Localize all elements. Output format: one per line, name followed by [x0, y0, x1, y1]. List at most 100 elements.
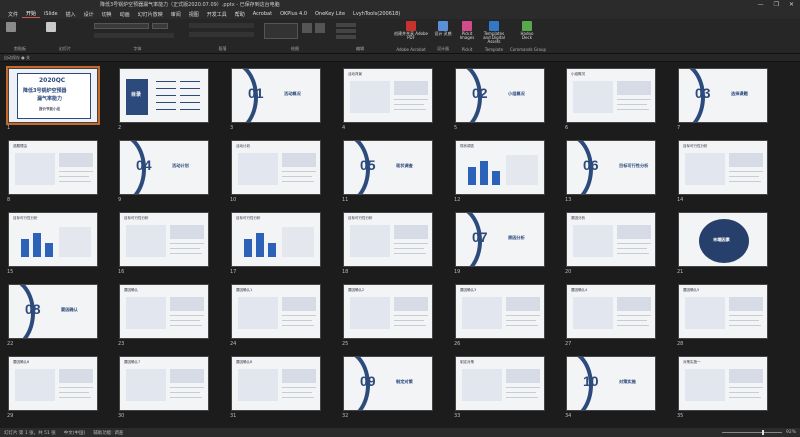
create-pdf-button[interactable]: 创建并共享 Adobe PDF — [394, 21, 428, 40]
maximize-icon[interactable]: ❐ — [774, 1, 779, 8]
slide-thumbnail[interactable]: 制定对策 — [455, 356, 545, 411]
slide-thumbnail[interactable]: 目标可行性分析 — [678, 140, 768, 195]
slide-thumbnail[interactable]: 01 活动概况 — [231, 68, 321, 123]
window-title: 降低3号锅炉空预器漏气率能力（正式版2020.07.09）.pptx - 已保存… — [100, 2, 280, 8]
slide-thumbnail[interactable]: 活动背景 — [343, 68, 433, 123]
select-button[interactable] — [336, 35, 356, 39]
slide-thumbnail[interactable]: 08 要因确认 — [8, 284, 98, 339]
slide-thumbnail[interactable]: 要因确认8 — [231, 356, 321, 411]
slide-heading: 要因确认5 — [683, 288, 700, 292]
ribbon: 剪贴板 幻灯片 字体 段落 绘图 编辑 创建并共享 Adobe PDF Adob… — [0, 19, 800, 54]
slide-thumbnail[interactable]: 末端因素 — [678, 212, 768, 267]
close-icon[interactable]: ✕ — [789, 1, 794, 8]
tab-3[interactable]: 插入 — [62, 11, 80, 18]
slide-thumbnail[interactable]: 要因确认5 — [678, 284, 768, 339]
slide-thumbnail[interactable]: 选题理由 — [8, 140, 98, 195]
pdf-icon — [406, 21, 416, 31]
tab-10[interactable]: 开发工具 — [203, 11, 231, 18]
section-number: 07 — [472, 229, 488, 245]
slide-thumbnail[interactable]: 活动计划 — [231, 140, 321, 195]
slide-number: 6 — [565, 125, 569, 131]
slide-thumbnail[interactable]: 03 选择课题 — [678, 68, 768, 123]
slide-thumbnail[interactable]: 目标可行性分析 — [231, 212, 321, 267]
accessibility-status[interactable]: 辅助功能: 调查 — [93, 430, 123, 436]
slide-thumbnail[interactable]: 目标可行性分析 — [119, 212, 209, 267]
slide-heading: 选题理由 — [13, 144, 27, 148]
new-slide-button[interactable] — [46, 22, 56, 33]
zoom-slider-handle[interactable] — [761, 430, 764, 435]
slide-thumbnail[interactable]: 要因确认6 — [8, 356, 98, 411]
tab-2[interactable]: iSlide — [40, 11, 62, 17]
slide-thumbnail[interactable]: 小组概况 — [566, 68, 656, 123]
templates-button[interactable]: Templates and Digital Assets — [480, 21, 508, 44]
zoom-slider[interactable] — [721, 430, 782, 435]
slide-thumbnail[interactable]: 目标可行性分析 — [343, 212, 433, 267]
tab-13[interactable]: OKPlus 4.0 — [276, 11, 311, 17]
tab-7[interactable]: 幻灯片放映 — [134, 11, 167, 18]
section-number: 01 — [248, 85, 264, 101]
designer-button[interactable]: 设计 灵感 — [434, 21, 452, 36]
slide-thumbnail[interactable]: 06 目标可行性分析 — [566, 140, 656, 195]
group-drawing: 绘图 — [260, 19, 330, 54]
slide-thumbnail[interactable]: 02 小组概况 — [455, 68, 545, 123]
tab-9[interactable]: 视图 — [185, 11, 203, 18]
alignment-buttons[interactable] — [189, 32, 254, 37]
hadoo-deck-button[interactable]: Hadoo Deck — [516, 21, 538, 40]
tab-8[interactable]: 审阅 — [167, 11, 185, 18]
slide-thumbnail[interactable]: 目标可行性分析 — [8, 212, 98, 267]
slide-thumbnail[interactable]: 现状调查 — [455, 140, 545, 195]
arrange-button[interactable] — [302, 23, 312, 33]
slide-number: 7 — [677, 125, 681, 131]
font-size-field[interactable] — [152, 23, 168, 29]
paste-button[interactable] — [6, 22, 16, 33]
slide-thumbnail[interactable]: 要因确认7 — [119, 356, 209, 411]
slide-thumbnail[interactable]: 2020QC 降低3号锅炉空预器 漏气率能力 报价节能小组 — [6, 66, 100, 125]
paragraph-buttons[interactable] — [189, 23, 254, 28]
slide-thumbnail[interactable]: 要因确认 — [119, 284, 209, 339]
pickit-button[interactable]: Pickit Images — [458, 21, 476, 40]
group-commands: Hadoo Deck Commands Group — [510, 19, 546, 54]
slide-number: 15 — [7, 269, 14, 275]
language-indicator[interactable]: 中文(中国) — [64, 430, 86, 436]
slide-heading: 活动计划 — [236, 144, 250, 148]
slide-thumbnail[interactable]: 对策实施一 — [678, 356, 768, 411]
designer-icon — [438, 21, 448, 31]
autosave-toggle[interactable]: 自动保存 ● 关 — [4, 55, 30, 61]
tab-1[interactable]: 开始 — [22, 10, 41, 18]
section-title: 选择课题 — [731, 91, 748, 96]
slide-thumbnail[interactable]: 04 活动计划 — [119, 140, 209, 195]
slide-sorter[interactable]: 2020QC 降低3号锅炉空预器 漏气率能力 报价节能小组 1 目录 2 01 活动概况 3 活动背… — [0, 62, 800, 428]
slide-thumbnail[interactable]: 10 对策实施 — [566, 356, 656, 411]
font-name-field[interactable] — [94, 23, 149, 29]
tab-15[interactable]: LvyhTools(200618) — [349, 11, 404, 17]
minimize-icon[interactable]: — — [758, 1, 764, 8]
slide-thumbnail[interactable]: 目录 — [119, 68, 209, 123]
section-number: 06 — [583, 157, 599, 173]
slide-number: 31 — [230, 413, 237, 419]
tab-11[interactable]: 帮助 — [231, 11, 249, 18]
tab-6[interactable]: 动画 — [116, 11, 134, 18]
font-format-buttons[interactable] — [94, 33, 174, 38]
slide-thumbnail[interactable]: 要因确认3 — [455, 284, 545, 339]
replace-button[interactable] — [336, 29, 356, 33]
slide-thumbnail[interactable]: 原因分析 — [566, 212, 656, 267]
find-button[interactable] — [336, 23, 356, 27]
slide-thumbnail[interactable]: 07 原因分析 — [455, 212, 545, 267]
group-label: 绘图 — [291, 46, 299, 51]
slide-heading: 要因确认1 — [236, 288, 253, 292]
slide-thumbnail[interactable]: 要因确认1 — [231, 284, 321, 339]
zoom-level[interactable]: 92% — [786, 430, 796, 435]
tab-5[interactable]: 切换 — [98, 11, 116, 18]
tab-0[interactable]: 文件 — [4, 11, 22, 18]
shapes-gallery[interactable] — [264, 23, 298, 39]
slide-thumbnail[interactable]: 要因确认4 — [566, 284, 656, 339]
slide-thumbnail[interactable]: 09 制定对策 — [343, 356, 433, 411]
quick-styles-button[interactable] — [315, 23, 325, 33]
group-label: 编辑 — [356, 46, 364, 51]
tab-12[interactable]: Acrobat — [249, 11, 276, 17]
slide-thumbnail[interactable]: 要因确认2 — [343, 284, 433, 339]
tab-4[interactable]: 设计 — [80, 11, 98, 18]
tab-14[interactable]: OneKey Lite — [311, 11, 349, 17]
slide-thumbnail[interactable]: 05 现状调查 — [343, 140, 433, 195]
group-slides: 幻灯片 — [40, 19, 90, 54]
